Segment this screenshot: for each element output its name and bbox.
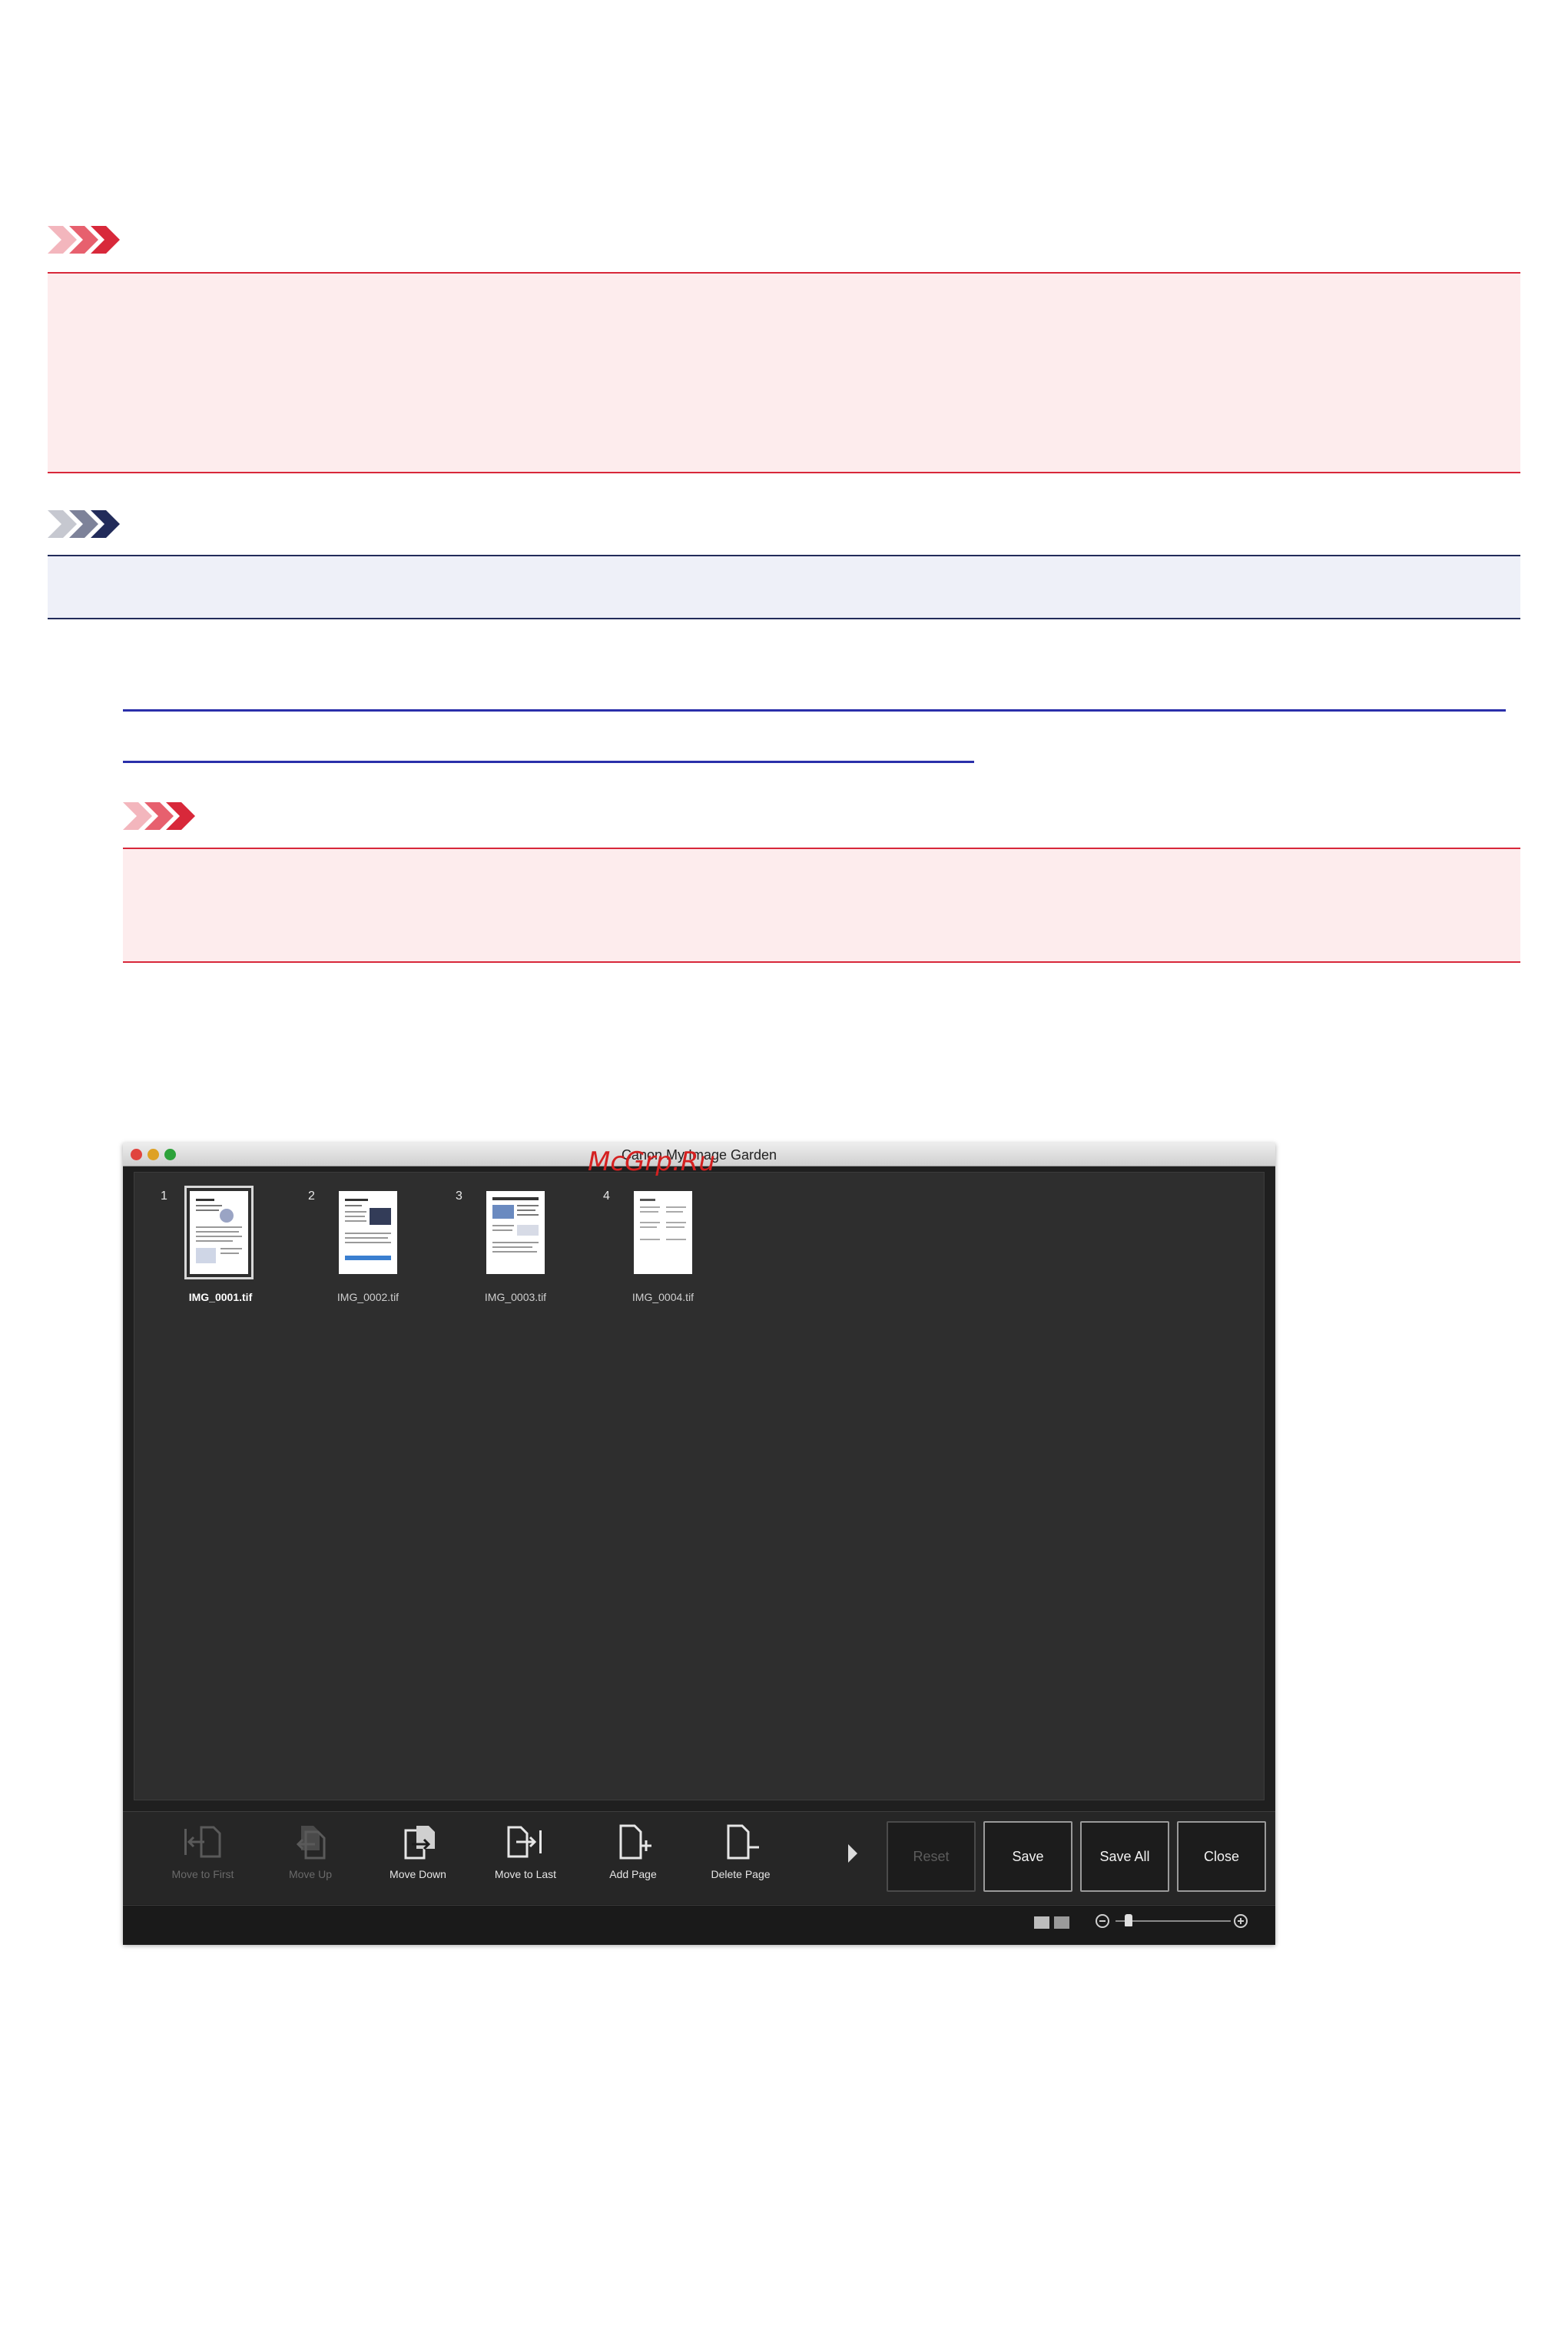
- link-underline[interactable]: [123, 709, 1506, 712]
- thumbnail-filename: IMG_0004.tif: [632, 1291, 694, 1303]
- important-chevrons-icon: [123, 802, 198, 830]
- delete-page-button[interactable]: Delete Page: [694, 1823, 787, 1881]
- move-to-first-button[interactable]: Move to First: [157, 1823, 249, 1881]
- move-down-icon: [404, 1826, 435, 1860]
- more-tools-arrow-icon[interactable]: [848, 1844, 857, 1863]
- zoom-in-icon[interactable]: [1234, 1914, 1248, 1928]
- move-to-last-button[interactable]: Move to Last: [479, 1823, 572, 1881]
- note-chevrons-icon: [48, 510, 123, 538]
- zoom-slider[interactable]: [1116, 1920, 1231, 1922]
- single-view-icon[interactable]: [1054, 1916, 1069, 1929]
- important-box: [48, 272, 1520, 473]
- thumbnail-view-icon[interactable]: [1034, 1916, 1049, 1929]
- add-page-icon: [619, 1824, 651, 1860]
- reset-button[interactable]: Reset: [887, 1821, 976, 1892]
- save-button[interactable]: Save: [983, 1821, 1072, 1892]
- edit-toolbar: Move to First Move Up Move Down Move to …: [123, 1811, 1275, 1904]
- watermark: McGrp.Ru: [588, 1146, 715, 1177]
- thumbnail-filename: IMG_0003.tif: [484, 1291, 547, 1303]
- save-all-button[interactable]: Save All: [1080, 1821, 1169, 1892]
- close-button[interactable]: Close: [1177, 1821, 1266, 1892]
- thumbnail-number: 4: [603, 1190, 610, 1203]
- link-underline[interactable]: [123, 761, 974, 763]
- thumbnail-area: 1 IMG_0001.tif 2 IMG_0002.tif 3 IMG_0003…: [134, 1172, 1265, 1800]
- status-bar: [123, 1905, 1275, 1945]
- move-to-last-icon: [507, 1826, 542, 1858]
- move-to-first-icon: [184, 1826, 221, 1858]
- thumbnail-number: 3: [456, 1190, 462, 1203]
- move-down-button[interactable]: Move Down: [372, 1823, 464, 1881]
- thumbnail-filename: IMG_0002.tif: [336, 1291, 399, 1303]
- move-up-icon: [296, 1826, 326, 1860]
- thumbnail-filename: IMG_0001.tif: [188, 1291, 253, 1303]
- important-box: [123, 848, 1520, 963]
- zoom-out-icon[interactable]: [1096, 1914, 1109, 1928]
- zoom-slider-handle[interactable]: [1125, 1914, 1132, 1926]
- page-thumbnail[interactable]: [184, 1186, 254, 1279]
- page-thumbnail[interactable]: [486, 1191, 545, 1274]
- thumbnail-number: 2: [308, 1190, 315, 1203]
- page-thumbnail[interactable]: [339, 1191, 397, 1274]
- note-box: [48, 555, 1520, 619]
- add-page-button[interactable]: Add Page: [587, 1823, 679, 1881]
- important-chevrons-icon: [48, 226, 123, 254]
- page-thumbnail[interactable]: [634, 1191, 692, 1274]
- thumbnail-number: 1: [161, 1190, 167, 1203]
- move-up-button[interactable]: Move Up: [264, 1823, 356, 1881]
- delete-page-icon: [727, 1824, 759, 1860]
- app-window: Canon My Image Garden 1 IMG_0001.tif 2 I…: [123, 1143, 1275, 1945]
